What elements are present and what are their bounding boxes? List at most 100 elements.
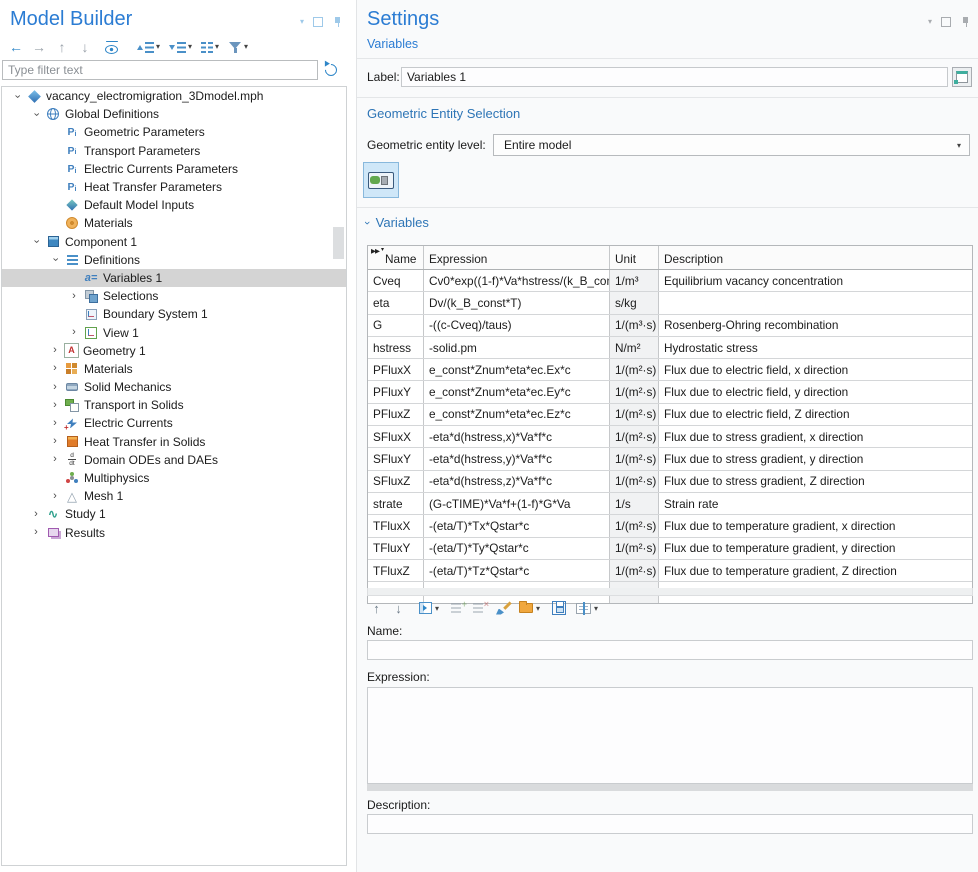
table-row[interactable]: hstress -solid.pm N/m² Hydrostatic stres… [368, 337, 972, 359]
description-input[interactable] [367, 814, 973, 834]
label-input[interactable] [401, 67, 948, 87]
tree-item-model-file[interactable]: › vacancy_electromigration_3Dmodel.mph [2, 87, 346, 105]
panel-menu-icon[interactable]: ▾ [928, 18, 932, 26]
collapse-arrow-icon[interactable]: › [48, 491, 62, 502]
header-expression[interactable]: Expression [424, 246, 610, 269]
table-row[interactable]: TFluxZ -(eta/T)*Tz*Qstar*c 1/(m²·s) Flux… [368, 560, 972, 582]
expand-arrow-icon[interactable]: › [31, 107, 42, 121]
expression-resize-handle[interactable] [367, 784, 973, 791]
tree-item-heat-transfer-in-solids[interactable]: › Heat Transfer in Solids [2, 433, 346, 451]
move-row-up-button[interactable]: ↑ [369, 599, 384, 617]
tree-item-default-model-inputs[interactable]: Default Model Inputs [2, 196, 346, 214]
active-toggle-button[interactable] [363, 162, 399, 198]
table-row[interactable]: TFluxY -(eta/T)*Ty*Qstar*c 1/(m²·s) Flux… [368, 538, 972, 560]
header-description[interactable]: Description [659, 246, 972, 269]
tree-item-selections[interactable]: › Selections [2, 287, 346, 305]
variables-section-header[interactable]: › Variables [365, 215, 429, 230]
tree-item-geometry-1[interactable]: › A Geometry 1 [2, 342, 346, 360]
refresh-icon[interactable] [323, 62, 340, 79]
tree-item-study-1[interactable]: › ∿ Study 1 [2, 505, 346, 523]
collapse-tree-button[interactable]: ▾ [169, 42, 192, 53]
float-window-icon[interactable] [313, 17, 323, 27]
table-row[interactable]: PFluxX e_const*Znum*eta*ec.Ex*c 1/(m²·s)… [368, 359, 972, 381]
dropdown-caret-icon[interactable]: ▾ [594, 604, 598, 613]
dropdown-caret-icon[interactable]: ▾ [215, 43, 219, 51]
filter-button[interactable]: ▾ [228, 41, 248, 54]
table-row[interactable]: Cveq Cv0*exp((1-f)*Va*hstress/(k_B_const… [368, 270, 972, 292]
dropdown-caret-icon[interactable]: ▾ [244, 43, 248, 51]
rename-button[interactable] [952, 67, 972, 87]
panel-menu-icon[interactable]: ▾ [300, 18, 304, 26]
table-row[interactable]: TFluxX -(eta/T)*Tx*Qstar*c 1/(m²·s) Flux… [368, 515, 972, 537]
name-input[interactable] [367, 640, 973, 660]
tree-item-solid-mechanics[interactable]: › Solid Mechanics [2, 378, 346, 396]
back-button[interactable]: ← [8, 38, 24, 56]
edit-field-button[interactable] [576, 603, 591, 614]
move-to-table-button[interactable] [419, 602, 432, 614]
collapse-arrow-icon[interactable]: › [48, 382, 62, 393]
tree-item-transport-parameters[interactable]: Pi Transport Parameters [2, 142, 346, 160]
tree-scrollbar-thumb[interactable] [333, 227, 344, 259]
load-from-file-button[interactable] [519, 603, 533, 613]
table-row[interactable]: strate (G-cTIME)*Va*f+(1-f)*G*Va 1/s Str… [368, 493, 972, 515]
tree-item-definitions[interactable]: › Definitions [2, 251, 346, 269]
table-row[interactable]: SFluxX -eta*d(hstress,x)*Va*f*c 1/(m²·s)… [368, 426, 972, 448]
forward-button[interactable]: → [31, 38, 47, 56]
tree-item-boundary-system-1[interactable]: Boundary System 1 [2, 305, 346, 323]
model-tree-nodes-button[interactable]: ▾ [201, 42, 219, 53]
collapse-arrow-icon[interactable]: › [48, 400, 62, 411]
geometric-entity-level-dropdown[interactable]: Entire model ▾ [493, 134, 970, 156]
show-hide-icon[interactable] [104, 41, 120, 54]
collapse-arrow-icon[interactable]: › [29, 527, 43, 538]
tree-item-view-1[interactable]: › View 1 [2, 323, 346, 341]
filter-input[interactable] [2, 60, 318, 80]
collapse-arrow-icon[interactable]: › [29, 509, 43, 520]
collapse-arrow-icon[interactable]: › [48, 436, 62, 447]
expand-arrow-icon[interactable]: › [12, 89, 23, 103]
dropdown-caret-icon[interactable]: ▾ [188, 43, 192, 51]
dropdown-caret-icon[interactable]: ▾ [536, 604, 540, 613]
clear-table-button[interactable] [495, 601, 510, 616]
dropdown-caret-icon[interactable]: ▾ [435, 604, 439, 613]
collapse-arrow-icon[interactable]: › [67, 291, 81, 302]
move-up-button[interactable]: ↑ [54, 38, 70, 56]
tree-item-multiphysics[interactable]: Multiphysics [2, 469, 346, 487]
tree-item-materials[interactable]: › Materials [2, 360, 346, 378]
table-row[interactable]: eta Dv/(k_B_const*T) s/kg [368, 292, 972, 314]
tree-item-variables-1[interactable]: a= Variables 1 [2, 269, 346, 287]
tree-item-global-materials[interactable]: Materials [2, 214, 346, 232]
table-row[interactable]: PFluxZ e_const*Znum*eta*ec.Ez*c 1/(m²·s)… [368, 404, 972, 426]
tree-item-results[interactable]: › Results [2, 524, 346, 542]
collapse-arrow-icon[interactable]: › [48, 363, 62, 374]
tree-item-global-definitions[interactable]: › Global Definitions [2, 105, 346, 123]
move-row-down-button[interactable]: ↓ [391, 599, 406, 617]
table-row[interactable]: PFluxY e_const*Znum*eta*ec.Ey*c 1/(m²·s)… [368, 381, 972, 403]
tree-item-electric-currents-parameters[interactable]: Pi Electric Currents Parameters [2, 160, 346, 178]
float-window-icon[interactable] [941, 17, 951, 27]
pin-icon[interactable] [960, 16, 970, 28]
table-horizontal-scrollbar[interactable] [367, 588, 973, 596]
table-row[interactable]: SFluxY -eta*d(hstress,y)*Va*f*c 1/(m²·s)… [368, 448, 972, 470]
move-down-button[interactable]: ↓ [77, 38, 93, 56]
save-to-file-button[interactable] [552, 601, 566, 615]
collapse-arrow-icon[interactable]: › [67, 327, 81, 338]
pin-icon[interactable] [332, 16, 342, 28]
collapse-arrow-icon[interactable]: › [48, 418, 62, 429]
section-collapse-icon[interactable]: › [361, 221, 373, 225]
expand-arrow-icon[interactable]: › [31, 235, 42, 249]
collapse-arrow-icon[interactable]: › [48, 345, 62, 356]
tree-item-electric-currents[interactable]: › + Electric Currents [2, 414, 346, 432]
tree-item-heat-transfer-parameters[interactable]: Pi Heat Transfer Parameters [2, 178, 346, 196]
collapse-arrow-icon[interactable]: › [48, 454, 62, 465]
expression-input[interactable] [367, 687, 973, 784]
header-unit[interactable]: Unit [610, 246, 659, 269]
expand-tree-button[interactable]: ▾ [137, 42, 160, 53]
tree-item-transport-in-solids[interactable]: › Transport in Solids [2, 396, 346, 414]
dropdown-caret-icon[interactable]: ▾ [156, 43, 160, 51]
expand-arrow-icon[interactable]: › [50, 253, 61, 267]
table-row[interactable]: G -((c-Cveq)/taus) 1/(m³·s) Rosenberg-Oh… [368, 315, 972, 337]
move-rows-icon[interactable]: ▶▶ ▾ [371, 247, 384, 256]
header-name[interactable]: ▶▶ ▾ Name [368, 246, 424, 269]
table-row[interactable]: SFluxZ -eta*d(hstress,z)*Va*f*c 1/(m²·s)… [368, 471, 972, 493]
tree-item-domain-odes[interactable]: › ddt Domain ODEs and DAEs [2, 451, 346, 469]
